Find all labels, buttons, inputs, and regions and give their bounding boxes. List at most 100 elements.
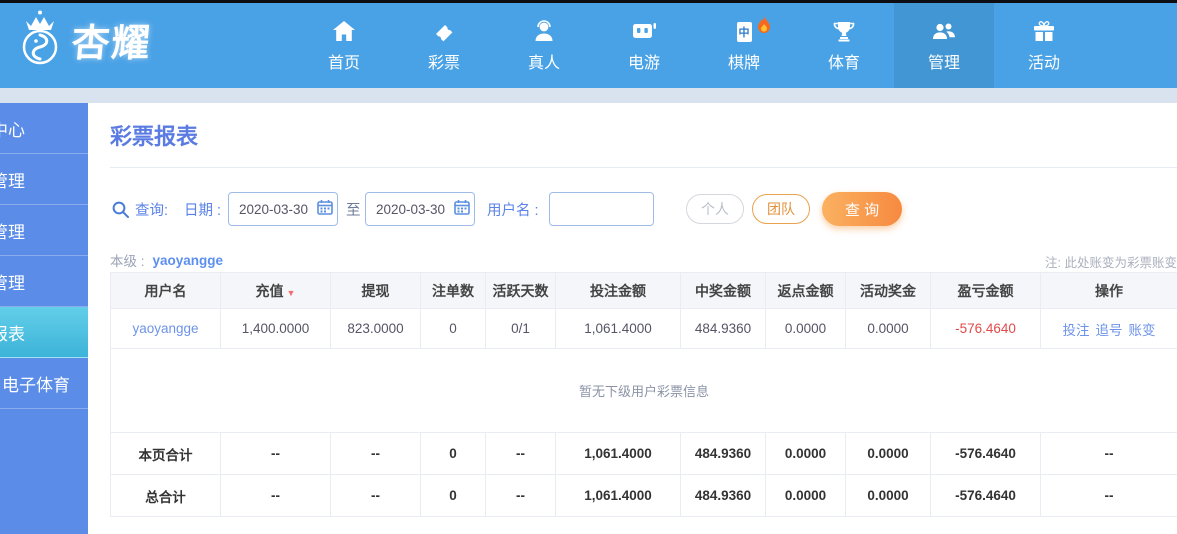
sidebar-item-manage-2[interactable]: 管理 (0, 205, 88, 256)
table-row: yaoyangge 1,400.0000 823.0000 0 0/1 1,06… (110, 308, 1177, 349)
col-activity-bonus: 活动奖金 (845, 272, 931, 309)
row-activity-bonus: 0.0000 (845, 308, 931, 349)
query-label: 查询: (135, 202, 169, 219)
total-withdraw: -- (330, 474, 421, 517)
calendar-icon[interactable] (454, 199, 470, 220)
col-rebate: 返点金额 (765, 272, 846, 309)
sort-desc-icon: ▼ (286, 287, 296, 298)
slot-machine-icon (631, 18, 657, 42)
sidebar: 中心 管理 管理 管理 报表 电子体育 (0, 103, 88, 534)
row-win-amount: 484.9360 (680, 308, 766, 349)
crown-badge-icon (14, 9, 66, 69)
date-from-field (228, 192, 338, 226)
row-rebate: 0.0000 (765, 308, 846, 349)
nav-label: 彩票 (427, 55, 460, 72)
row-username-link[interactable]: yaoyangge (132, 321, 198, 336)
nav-item-lottery[interactable]: 彩票 (394, 3, 494, 88)
page-title: 彩票报表 (110, 124, 199, 149)
mahjong-tile-icon: 中 (736, 16, 770, 42)
nav-item-activities[interactable]: 活动 (994, 3, 1094, 88)
brand-logo[interactable]: 杏耀 (14, 9, 154, 69)
col-profit: 盈亏金额 (930, 272, 1041, 309)
total-activity-bonus: 0.0000 (845, 474, 931, 517)
team-button[interactable]: 团队 (752, 194, 810, 224)
empty-message-row: 暂无下级用户彩票信息 (110, 348, 1177, 433)
col-active-days: 活跃天数 (485, 272, 556, 309)
chase-number-link[interactable]: 追号 (1096, 323, 1123, 338)
sidebar-item-label: 中心 (0, 120, 25, 140)
sidebar-item-center[interactable]: 中心 (0, 103, 88, 154)
nav-label: 体育 (827, 55, 860, 72)
username-label: 用户名 : (487, 202, 539, 219)
total-recharge: -- (220, 432, 331, 475)
level-label: 本级 : (110, 254, 145, 269)
col-recharge-sortable[interactable]: 充值 ▼ (220, 272, 331, 309)
username-input[interactable] (558, 194, 650, 224)
date-to-field (365, 192, 475, 226)
sidebar-item-label: 管理 (0, 171, 25, 191)
total-activity-bonus: 0.0000 (845, 432, 931, 475)
nav-label: 棋牌 (727, 55, 760, 72)
nav-item-sports[interactable]: 体育 (794, 3, 894, 88)
total-rebate: 0.0000 (765, 432, 846, 475)
col-withdraw: 提现 (330, 272, 421, 309)
main-nav: 首页 彩票 真人 电游 中 棋牌 体育 管理 活动 (294, 3, 1094, 88)
trophy-icon (832, 18, 856, 42)
app-screen: 杏耀 首页 彩票 真人 电游 中 棋牌 体育 管理 活动 心 理 理 理 表 电… (0, 0, 1177, 534)
nav-item-management[interactable]: 管理 (894, 3, 994, 88)
total-actions: -- (1040, 474, 1177, 517)
title-divider (110, 167, 1177, 168)
level-username-link[interactable]: yaoyangge (153, 253, 224, 268)
col-win-amount: 中奖金额 (680, 272, 766, 309)
personal-button[interactable]: 个人 (686, 194, 744, 224)
sidebar-item-label: 电子体育 (2, 375, 70, 395)
people-icon (931, 18, 957, 42)
account-change-link[interactable]: 账变 (1129, 323, 1156, 338)
level-row: 本级 : yaoyangge 注: 此处账变为彩票账变 (110, 249, 1177, 271)
sidebar-item-manage-3[interactable]: 管理 (0, 256, 88, 307)
empty-message: 暂无下级用户彩票信息 (110, 348, 1177, 433)
nav-label: 首页 (327, 55, 360, 72)
search-toolbar: 查询: 日期 : 至 用户名 : 个人 团队 查 询 (88, 191, 1177, 227)
row-bet-amount: 1,061.4000 (555, 308, 681, 349)
sidebar-item-report[interactable]: 报表 (0, 307, 88, 358)
table-header-row: 用户名 充值 ▼ 提现 注单数 活跃天数 投注金额 中奖金额 返点金额 活动奖金 … (110, 272, 1177, 309)
row-withdraw: 823.0000 (330, 308, 421, 349)
total-withdraw: -- (330, 432, 421, 475)
account-change-note: 注: 此处账变为彩票账变 (1045, 256, 1177, 270)
nav-item-boardgames[interactable]: 中 棋牌 (694, 3, 794, 88)
date-label: 日期 : (184, 202, 222, 219)
row-recharge: 1,400.0000 (220, 308, 331, 349)
calendar-icon[interactable] (317, 199, 333, 220)
total-profit: -576.4640 (930, 432, 1041, 475)
total-rebate: 0.0000 (765, 474, 846, 517)
nav-item-home[interactable]: 首页 (294, 3, 394, 88)
sidebar-item-esports[interactable]: 电子体育 (0, 358, 88, 409)
row-bet-count: 0 (420, 308, 486, 349)
date-to-input[interactable] (376, 201, 454, 217)
subheader-strip (0, 88, 1177, 103)
flame-icon (757, 16, 771, 38)
col-bet-count: 注单数 (420, 272, 486, 309)
ticket-icon (432, 18, 456, 42)
col-actions: 操作 (1040, 272, 1177, 309)
nav-item-live[interactable]: 真人 (494, 3, 594, 88)
sidebar-item-manage-1[interactable]: 管理 (0, 154, 88, 205)
date-from-input[interactable] (239, 201, 317, 217)
sidebar-item-label: 管理 (0, 222, 25, 242)
bet-detail-link[interactable]: 投注 (1063, 323, 1090, 338)
nav-item-egames[interactable]: 电游 (594, 3, 694, 88)
nav-label: 电游 (627, 55, 660, 72)
query-button[interactable]: 查 询 (822, 192, 902, 226)
to-label: 至 (346, 202, 361, 219)
nav-label: 活动 (1027, 55, 1060, 72)
sidebar-item-label: 管理 (0, 273, 25, 293)
total-active-days: -- (485, 474, 556, 517)
brand-name: 杏耀 (69, 22, 154, 65)
col-bet-amount: 投注金额 (555, 272, 681, 309)
home-icon (332, 18, 356, 42)
grand-total-row: 总合计 -- -- 0 -- 1,061.4000 484.9360 0.000… (110, 474, 1177, 517)
total-win-amount: 484.9360 (680, 474, 766, 517)
total-win-amount: 484.9360 (680, 432, 766, 475)
page-total-row: 本页合计 -- -- 0 -- 1,061.4000 484.9360 0.00… (110, 432, 1177, 475)
